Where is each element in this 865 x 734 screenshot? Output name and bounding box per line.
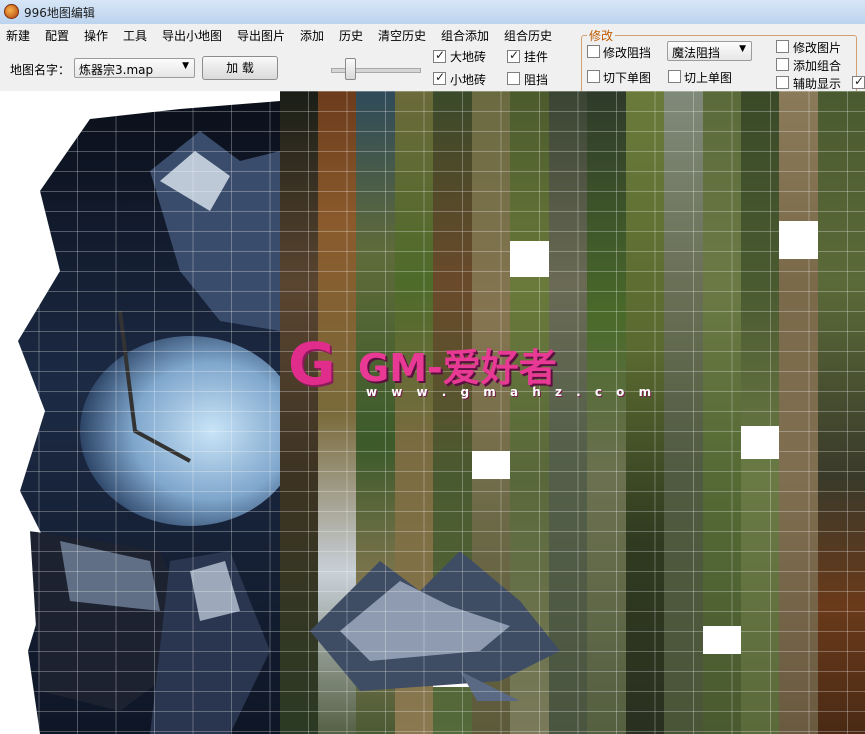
empty-tile: [472, 451, 510, 479]
snow-region: [18, 101, 280, 734]
menu-history[interactable]: 历史: [339, 27, 363, 44]
window-title: 996地图编辑: [24, 6, 95, 20]
menu-new[interactable]: 新建: [6, 27, 30, 44]
extra-checkbox[interactable]: [852, 74, 865, 89]
add-combo-label: 添加组合: [793, 59, 842, 73]
menu-config[interactable]: 配置: [45, 27, 69, 44]
modify-block-label: 修改阻挡: [603, 46, 652, 60]
aux-display-label: 辅助显示: [793, 77, 842, 91]
chevron-down-icon: ▼: [182, 61, 189, 71]
modify-group-title: 修改: [587, 27, 616, 44]
cut-up-label: 切上单图: [684, 71, 733, 85]
empty-tile: [779, 221, 818, 259]
load-button[interactable]: 加 载: [202, 56, 278, 80]
block-checkbox[interactable]: [507, 72, 520, 85]
menu-clear-history[interactable]: 清空历史: [378, 27, 426, 44]
menu-export-image[interactable]: 导出图片: [237, 27, 285, 44]
block-type-value: 魔法阻挡: [672, 46, 721, 60]
map-tile-strip: [779, 91, 818, 734]
empty-tile: [741, 426, 779, 459]
cut-down-label: 切下单图: [603, 71, 652, 85]
map-editor-app-icon: [4, 4, 19, 19]
menu-add[interactable]: 添加: [300, 27, 324, 44]
map-name-value: 炼器宗3.map: [79, 63, 154, 77]
small-tile-checkbox[interactable]: [433, 70, 446, 85]
zoom-slider-thumb[interactable]: [345, 58, 356, 80]
menu-combo-add[interactable]: 组合添加: [441, 27, 489, 44]
roof-decoration: [310, 551, 560, 701]
title-bar: 996地图编辑: [0, 0, 865, 25]
decoration-checkbox[interactable]: [507, 48, 520, 63]
small-tile-label: 小地砖: [450, 73, 487, 87]
map-tile-strip: [741, 91, 779, 734]
modify-image-checkbox[interactable]: [776, 40, 789, 53]
block-label: 阻挡: [524, 73, 549, 87]
empty-tile: [510, 241, 549, 277]
menu-combo-history[interactable]: 组合历史: [504, 27, 552, 44]
modify-block-checkbox[interactable]: [587, 45, 600, 58]
big-tile-label: 大地砖: [450, 50, 487, 64]
cut-up-checkbox[interactable]: [668, 70, 681, 83]
big-tile-checkbox[interactable]: [433, 48, 446, 63]
map-name-select[interactable]: 炼器宗3.map ▼: [74, 58, 195, 78]
menu-tools[interactable]: 工具: [123, 27, 147, 44]
watermark-logo: G: [288, 330, 336, 398]
block-type-select[interactable]: 魔法阻挡 ▼: [667, 41, 752, 61]
decoration-label: 挂件: [524, 50, 549, 64]
cut-down-checkbox[interactable]: [587, 70, 600, 83]
chevron-down-icon: ▼: [739, 44, 746, 54]
map-tile-strip: [818, 91, 865, 734]
modify-image-label: 修改图片: [793, 41, 842, 55]
gm-watermark: G GM-爱好者 w w w . g m a h z . c o m: [288, 329, 651, 409]
menu-operate[interactable]: 操作: [84, 27, 108, 44]
map-canvas[interactable]: G GM-爱好者 w w w . g m a h z . c o m: [0, 91, 865, 734]
map-tile-strip: [626, 91, 664, 734]
watermark-text: GM-爱好者: [358, 346, 557, 390]
menu-export-minimap[interactable]: 导出小地图: [162, 27, 222, 44]
aux-display-checkbox[interactable]: [776, 76, 789, 89]
map-tile-strip: [664, 91, 703, 734]
add-combo-checkbox[interactable]: [776, 58, 789, 71]
watermark-url: w w w . g m a h z . c o m: [366, 385, 657, 399]
map-name-label: 地图名字：: [10, 63, 71, 77]
empty-tile: [703, 626, 741, 654]
